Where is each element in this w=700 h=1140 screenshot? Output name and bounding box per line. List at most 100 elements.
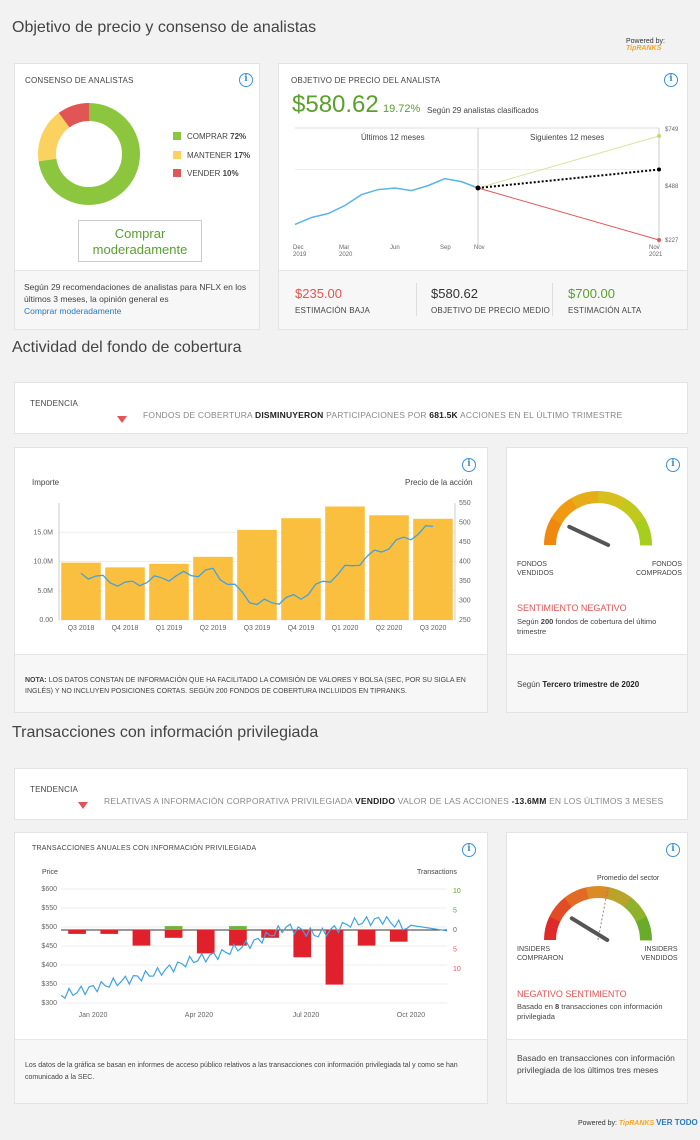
insider-trend-text: RELATIVAS A INFORMACIÓN CORPORATIVA PRIV… (104, 796, 663, 806)
section-title-price-target: Objetivo de precio y consenso de analist… (12, 19, 317, 36)
gauge-needle (569, 916, 610, 942)
y2-tick-label: 450 (459, 539, 471, 546)
note-text: LOS DATOS CONSTAN DE INFORMACIÓN QUE HA … (25, 677, 466, 695)
estimate-value: $235.00 (295, 286, 342, 301)
label-line: FONDOS (517, 561, 547, 568)
consensus-footer-link[interactable]: Comprar moderadamente (24, 305, 250, 317)
info-icon[interactable]: i (462, 843, 476, 857)
x-tick-label: Q4 2019 (288, 625, 315, 632)
insider-price-line (60, 915, 448, 1000)
insider-sell-bar (357, 930, 376, 946)
y-tick-label: $350 (41, 981, 57, 988)
price-history-line (294, 177, 479, 226)
gauge-needle (567, 524, 611, 547)
insider-buy-bar (229, 926, 247, 930)
info-icon[interactable]: i (664, 73, 678, 87)
label-line: VENDIDOS (517, 570, 554, 577)
footer-text: Según (517, 680, 541, 689)
target-avg-label: $488 (665, 184, 679, 190)
hedge-bar (369, 515, 409, 620)
y-tick-label: $550 (41, 905, 57, 912)
trend-bold: VENDIDO (355, 796, 396, 806)
info-icon[interactable]: i (666, 843, 680, 857)
desc-text: Según (517, 617, 539, 626)
legend-swatch (173, 132, 181, 140)
y2-tick-label: 350 (459, 578, 471, 585)
x-label-month: Mar (339, 245, 350, 251)
label-line: COMPRARON (517, 955, 564, 962)
insider-chart-footer: Los datos de la gráfica se basan en info… (15, 1039, 487, 1103)
y2-tick-label: 10 (453, 888, 461, 895)
y-tick-label: $500 (41, 924, 57, 931)
info-icon[interactable]: i (462, 458, 476, 472)
insider-right-title: Transactions (417, 869, 457, 876)
consensus-footer-text: Según 29 recomendaciones de analistas pa… (24, 282, 247, 304)
y2-tick-label: 250 (459, 617, 471, 624)
target-low-dot (657, 238, 661, 242)
gauge-segment (618, 498, 646, 525)
ver-todo-link[interactable]: VER TODO (656, 1118, 698, 1127)
hedge-chart-card: i Importe Precio de la acción 15.0M 10.0M… (14, 447, 488, 713)
divider (552, 283, 553, 316)
down-arrow-icon (78, 796, 88, 814)
consensus-rating-box: Comprar moderadamente (78, 220, 202, 262)
gauge-segment (571, 491, 599, 509)
gauge-segment (544, 916, 561, 941)
x-tick-label: Q2 2020 (376, 625, 403, 632)
x-tick-label: Q1 2020 (332, 625, 359, 632)
y2-tick-label: 5 (453, 947, 457, 954)
insider-trend-label: TENDENCIA (30, 785, 79, 794)
gauge-right-label: INSIDERS VENDIDOS (641, 945, 678, 963)
powered-by-label: Powered by: (578, 1120, 617, 1127)
x-label: Nov 2021 (649, 245, 662, 259)
legend-swatch (173, 169, 181, 177)
tipranks-logo[interactable]: TipRANKS (626, 45, 661, 52)
x-tick-label: Q1 2019 (156, 625, 183, 632)
insider-sell-bar (389, 930, 408, 942)
x-tick-label: Q3 2019 (244, 625, 271, 632)
target-low-line (477, 187, 660, 241)
legend-buy: COMPRAR 72% (173, 132, 246, 141)
legend-pct: 17% (234, 151, 251, 160)
insider-sell-bar (68, 930, 86, 934)
price-target-sub: Según 29 analistas clasificados (427, 106, 539, 115)
hedge-left-title: Importe (32, 478, 60, 487)
price-target-card: OBJETIVO DE PRECIO DEL ANALISTA i $580.6… (278, 63, 688, 330)
insider-sell-bar (196, 930, 215, 954)
x-label: Nov (474, 245, 485, 251)
trend-bold: -13.6MM (511, 796, 547, 806)
tipranks-logo[interactable]: TipRANKS (619, 1120, 654, 1127)
section-title-insider: Transacciones con información privilegia… (12, 724, 319, 741)
gauge-segment (551, 497, 578, 525)
insider-left-title: Price (42, 869, 58, 876)
target-avg-line (477, 168, 660, 189)
info-icon[interactable]: i (666, 458, 680, 472)
target-high-label: $749 (665, 127, 679, 133)
current-price-dot (475, 185, 481, 191)
legend-label: COMPRAR (187, 132, 228, 141)
label-line: COMPRADOS (636, 570, 682, 577)
x-label-year: 2020 (339, 252, 353, 258)
powered-by-label: Powered by: (626, 38, 665, 45)
hedge-bar (237, 529, 277, 620)
insider-trend-card: TENDENCIA RELATIVAS A INFORMACIÓN CORPOR… (14, 768, 688, 820)
legend-pct: 10% (222, 169, 239, 178)
rating-line1: Comprar (114, 226, 166, 241)
gauge-segment (635, 916, 652, 941)
estimate-avg: $580.62 OBJETIVO DE PRECIO MEDIO (431, 286, 550, 315)
estimate-value: $700.00 (568, 286, 615, 301)
x-label: Mar 2020 (339, 245, 352, 259)
x-label-month: Nov (649, 245, 660, 251)
price-target-pct: 19.72% (383, 103, 421, 115)
x-tick-label: Q2 2019 (200, 625, 227, 632)
desc-bold: 8 (554, 1002, 560, 1011)
label-line: FONDOS (651, 561, 682, 568)
divider (416, 283, 417, 316)
sentiment-label: SENTIMIENTO NEGATIVO (517, 603, 627, 613)
past-label: Últimos 12 meses (361, 133, 425, 142)
x-tick-label: Oct 2020 (397, 1012, 426, 1019)
legend-pct: 72% (230, 132, 247, 141)
info-icon[interactable]: i (239, 73, 253, 87)
x-tick-label: Apr 2020 (185, 1012, 214, 1019)
estimate-low: $235.00 ESTIMACIÓN BAJA (295, 286, 370, 315)
